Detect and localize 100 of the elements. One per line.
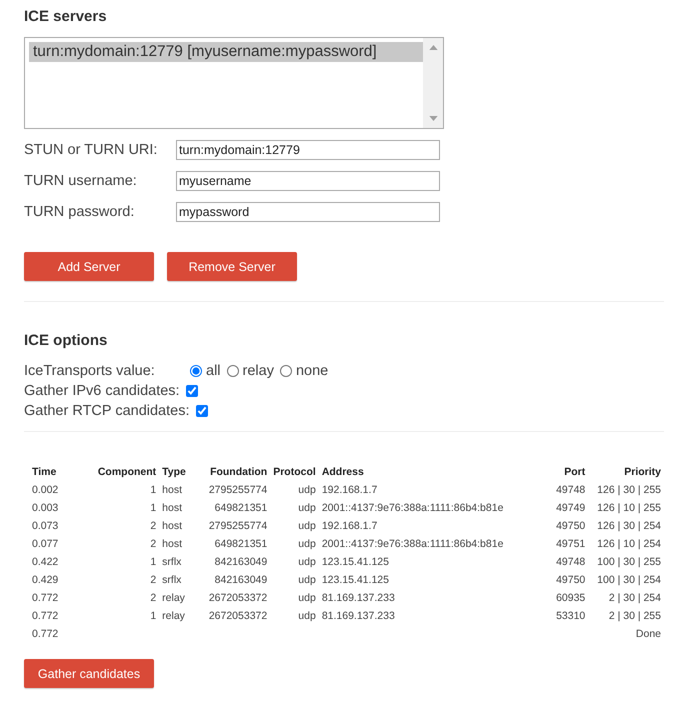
table-cell: 1 (150, 502, 156, 514)
table-cell: udp (298, 574, 316, 586)
table-cell: 649821351 (214, 502, 268, 514)
table-cell: 81.169.137.233 (322, 592, 395, 604)
section-heading: ICE options (24, 332, 108, 349)
option-label: Gather IPv6 candidates: (24, 383, 180, 399)
table-cell: 126 | 10 | 254 (597, 538, 661, 550)
table-cell: 2 (150, 574, 156, 586)
table-cell: 2 | 30 | 255 (608, 610, 661, 622)
table-cell: srflx (162, 574, 182, 586)
column-header: Component (96, 464, 158, 480)
table-cell: 1 (150, 610, 156, 622)
table-cell: udp (298, 502, 316, 514)
radio-button[interactable] (190, 365, 202, 377)
table-cell: 1 (150, 556, 156, 568)
radio-label: none (296, 363, 328, 379)
table-cell: udp (298, 592, 316, 604)
table-cell: 0.422 (32, 556, 58, 568)
table-cell: host (162, 520, 182, 532)
table-cell: relay (162, 592, 185, 604)
table-cell: srflx (162, 556, 182, 568)
table-cell: 0.772 (32, 610, 58, 622)
table-cell: 192.168.1.7 (322, 484, 378, 496)
radio-label: all (206, 363, 221, 379)
table-cell: 192.168.1.7 (322, 520, 378, 532)
table-cell: 49748 (556, 484, 586, 496)
table-cell: 2 | 30 | 254 (608, 592, 661, 604)
table-cell: 2001::4137:9e76:388a:1111:86b4:b81e (322, 502, 504, 514)
table-cell: 2 (150, 520, 156, 532)
table-cell: 2 (150, 538, 156, 550)
table-cell: 0.002 (32, 484, 58, 496)
table-cell: host (162, 538, 182, 550)
table-cell: 0.772 (32, 628, 58, 640)
table-cell: udp (298, 610, 316, 622)
input-field[interactable]: myusername (176, 171, 440, 191)
checkbox[interactable] (196, 405, 208, 417)
gather-button[interactable]: Gather candidates (24, 659, 154, 688)
column-header: Foundation (209, 464, 268, 480)
column-header: Address (320, 464, 365, 480)
scrollbar[interactable] (423, 38, 443, 128)
field-label: TURN username: (24, 173, 138, 189)
option-label: Gather RTCP candidates: (24, 403, 190, 419)
table-cell: 2672053372 (208, 610, 268, 622)
action-button[interactable]: Remove Server (167, 252, 297, 281)
table-cell: 2001::4137:9e76:388a:1111:86b4:b81e (322, 538, 504, 550)
table-cell: 126 | 30 | 255 (597, 484, 661, 496)
server-listbox[interactable]: turn:mydomain:12779 [myusername:mypassword] (24, 37, 444, 129)
table-cell: 1 (150, 484, 156, 496)
scroll-down-icon[interactable] (428, 116, 438, 121)
table-cell: 60935 (556, 592, 586, 604)
input-field[interactable]: mypassword (176, 202, 440, 222)
server-option[interactable]: turn:mydomain:12779 [myusername:mypassword] (29, 42, 423, 62)
table-cell: Done (636, 628, 661, 640)
table-cell: 123.15.41.125 (322, 574, 389, 586)
table-cell: 0.003 (32, 502, 58, 514)
input-field[interactable]: turn:mydomain:12779 (176, 140, 440, 160)
table-cell: udp (298, 538, 316, 550)
table-cell: 842163049 (214, 556, 268, 568)
table-cell: 0.772 (32, 592, 58, 604)
table-cell: 2672053372 (208, 592, 268, 604)
table-cell: 2 (150, 592, 156, 604)
table-cell: 123.15.41.125 (322, 556, 389, 568)
table-cell: 49748 (556, 556, 586, 568)
table-cell: 126 | 30 | 254 (597, 520, 661, 532)
table-cell: 49751 (556, 538, 586, 550)
column-header: Type (161, 464, 187, 480)
checkbox[interactable] (186, 385, 198, 397)
table-cell: 81.169.137.233 (322, 610, 395, 622)
table-cell: 49749 (556, 502, 586, 514)
table-cell: 100 | 30 | 255 (597, 556, 661, 568)
column-header: Port (563, 464, 586, 480)
table-cell: host (162, 484, 182, 496)
table-cell: 2795255774 (208, 520, 268, 532)
column-header: Priority (623, 464, 662, 480)
table-cell: 0.077 (32, 538, 58, 550)
table-cell: 0.429 (32, 574, 58, 586)
field-label: STUN or TURN URI: (24, 142, 158, 158)
table-cell: 100 | 30 | 254 (597, 574, 661, 586)
table-cell: 649821351 (214, 538, 268, 550)
table-cell: 2795255774 (208, 484, 268, 496)
column-header: Protocol (272, 464, 317, 480)
table-cell: 126 | 10 | 255 (597, 502, 661, 514)
radio-button[interactable] (226, 365, 239, 377)
scroll-up-icon[interactable] (428, 45, 438, 50)
radio-button[interactable] (280, 365, 292, 377)
table-cell: 53310 (556, 610, 586, 622)
table-cell: 49750 (556, 574, 586, 586)
table-cell: 49750 (556, 520, 586, 532)
table-cell: 842163049 (214, 574, 268, 586)
radio-label: relay (242, 363, 274, 379)
table-cell: 0.073 (32, 520, 58, 532)
table-cell: host (162, 502, 182, 514)
action-button[interactable]: Add Server (24, 252, 154, 281)
table-cell: udp (298, 520, 316, 532)
table-cell: relay (162, 610, 185, 622)
table-cell: udp (298, 556, 316, 568)
section-heading: ICE servers (24, 8, 108, 25)
field-label: TURN password: (24, 204, 136, 220)
column-header: Time (31, 464, 58, 480)
table-cell: udp (298, 484, 316, 496)
